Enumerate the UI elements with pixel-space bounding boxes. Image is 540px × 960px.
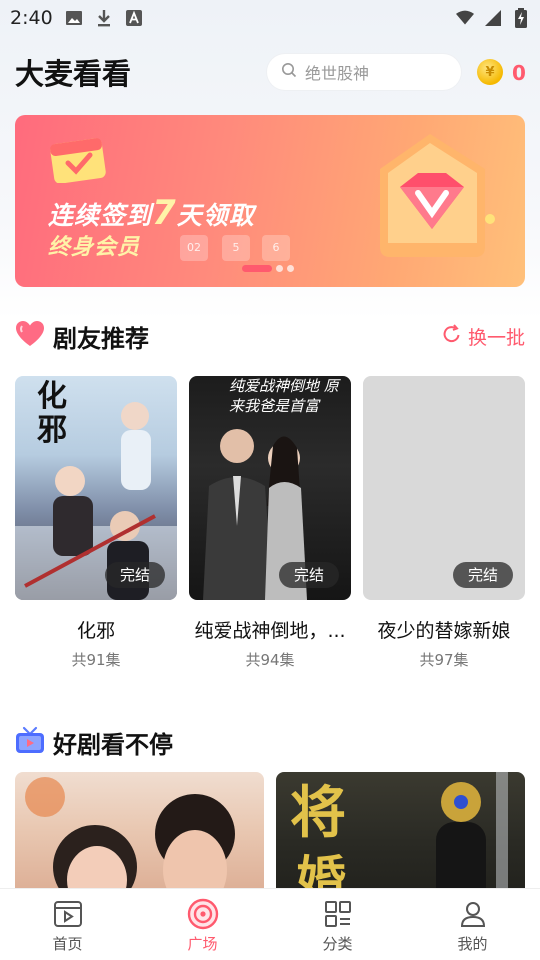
- app-header: 大麦看看 绝世股神 ¥ 0: [0, 52, 540, 96]
- nav-label: 首页: [52, 934, 83, 953]
- carousel-dot[interactable]: [287, 265, 294, 272]
- bottom-nav: 首页 广场 分类 我的: [0, 888, 540, 960]
- carousel-dot[interactable]: [276, 265, 283, 272]
- episode-count: 共97集: [419, 651, 469, 669]
- svg-text:将: 将: [290, 780, 346, 846]
- nav-label: 分类: [322, 934, 353, 953]
- banner-subheadline: 终身会员: [48, 235, 141, 260]
- section-title: 剧友推荐: [53, 324, 149, 353]
- gallery-notification-icon: [65, 9, 83, 27]
- app-title: 大麦看看: [15, 57, 132, 91]
- nav-label: 我的: [457, 934, 488, 953]
- checkin-banner[interactable]: 连续签到7天领取 终身会员 02 5 6: [15, 115, 525, 287]
- nav-label: 广场: [187, 934, 218, 953]
- section-binge-header: 好剧看不停: [15, 722, 525, 762]
- drama-poster-placeholder[interactable]: 完结: [363, 376, 525, 600]
- download-notification-icon: [95, 9, 113, 27]
- status-badge: 完结: [279, 562, 339, 588]
- search-placeholder: 绝世股神: [305, 64, 370, 83]
- status-badge: 完结: [105, 562, 165, 588]
- refresh-icon: [442, 323, 462, 349]
- drama-poster[interactable]: 化邪 完结: [15, 376, 177, 600]
- poster-title-art: 纯爱战神倒地 原来我爸是首富: [229, 377, 339, 415]
- tv-icon: [15, 726, 45, 758]
- drama-card[interactable]: 完结 夜少的替嫁新娘 共97集: [363, 376, 525, 670]
- search-bar[interactable]: 绝世股神: [267, 54, 461, 90]
- drama-card[interactable]: 纯爱战神倒地 原来我爸是首富 完结 纯爱战神倒地，... 共94集: [189, 376, 351, 670]
- refresh-button[interactable]: 换一批: [442, 316, 525, 356]
- nav-item-home[interactable]: 首页: [0, 889, 135, 960]
- calendar-check-icon: [48, 133, 112, 187]
- drama-card[interactable]: 化邪 完结 化邪 共91集: [15, 376, 177, 670]
- coin-icon[interactable]: ¥: [477, 59, 503, 85]
- heart-icon: [15, 320, 45, 352]
- drama-title[interactable]: 夜少的替嫁新娘: [363, 616, 525, 643]
- status-time: 2:40: [10, 7, 53, 29]
- app-screen: 2:40 大麦看看 绝世股神 ¥ 0 连续签到7天领取 终身会员 02 5 6 …: [0, 0, 540, 960]
- search-icon: [281, 62, 297, 82]
- vip-diamond-icon: [360, 129, 500, 268]
- coin-count[interactable]: 0: [512, 52, 526, 94]
- battery-charging-icon: [512, 8, 530, 28]
- drama-title[interactable]: 化邪: [15, 616, 177, 643]
- refresh-label: 换一批: [467, 326, 525, 349]
- carousel-dot-active[interactable]: [242, 265, 272, 272]
- signal-icon: [484, 9, 502, 27]
- status-badge: 完结: [453, 562, 513, 588]
- status-bar: 2:40: [0, 0, 540, 36]
- app-notification-icon: [125, 9, 143, 27]
- home-play-icon: [51, 897, 85, 931]
- recommend-list: 化邪 完结 化邪 共91集 纯爱战神倒地 原来我爸是首富 完结 纯爱战神倒地，.…: [15, 376, 525, 676]
- nav-item-category[interactable]: 分类: [270, 889, 405, 960]
- plaza-disc-icon: [186, 897, 220, 931]
- wifi-icon: [456, 9, 474, 27]
- binge-list: 将 婚: [15, 772, 525, 912]
- nav-item-profile[interactable]: 我的: [405, 889, 540, 960]
- day-chip: 6: [262, 235, 290, 261]
- carousel-indicator: [242, 265, 294, 272]
- drama-poster[interactable]: 纯爱战神倒地 原来我爸是首富 完结: [189, 376, 351, 600]
- day-chip: 02: [180, 235, 208, 261]
- poster-title-art: 化邪: [37, 379, 67, 448]
- profile-icon: [456, 897, 490, 931]
- episode-count: 共94集: [245, 651, 295, 669]
- section-title: 好剧看不停: [53, 730, 173, 759]
- drama-title[interactable]: 纯爱战神倒地，...: [189, 616, 351, 643]
- banner-headline: 连续签到7天领取: [48, 193, 255, 233]
- category-grid-icon: [321, 897, 355, 931]
- nav-item-plaza[interactable]: 广场: [135, 889, 270, 960]
- day-chip: 5: [222, 235, 250, 261]
- episode-count: 共91集: [71, 651, 121, 669]
- section-recommend-header: 剧友推荐 换一批: [15, 316, 525, 356]
